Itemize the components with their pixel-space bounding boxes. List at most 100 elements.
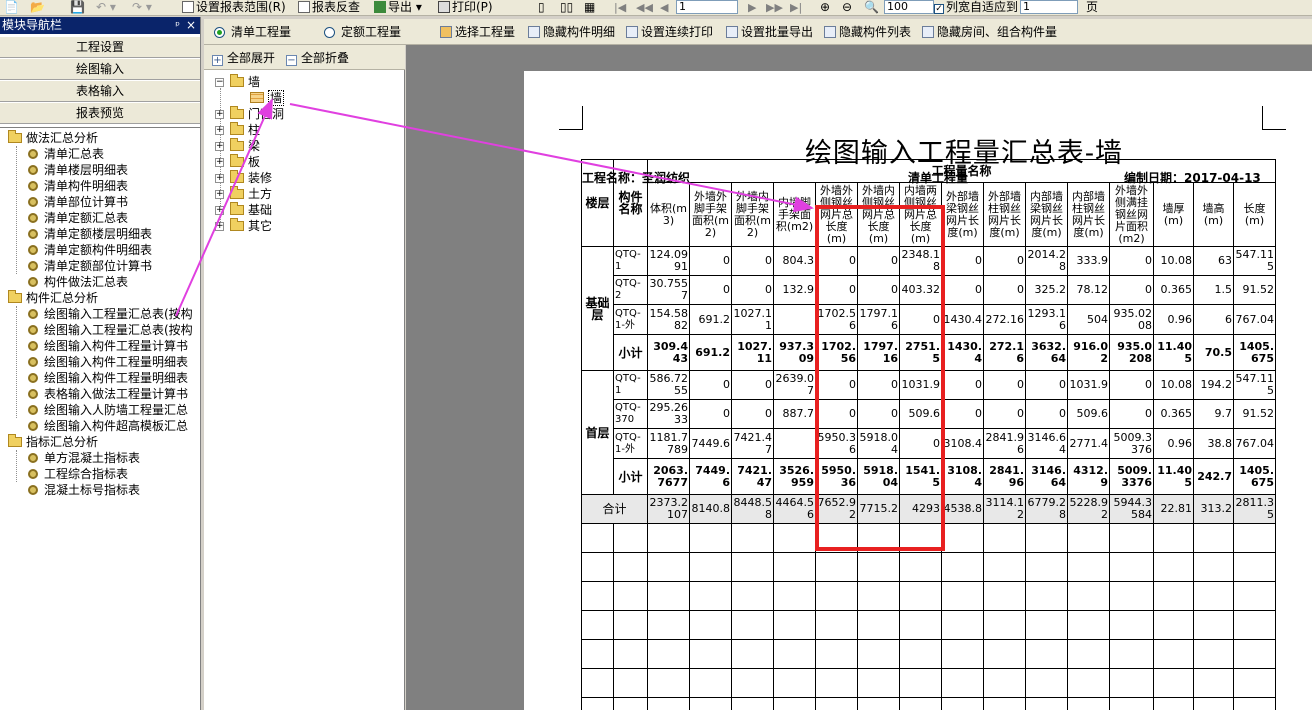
- group-method-summary[interactable]: 做法汇总分析: [8, 130, 98, 146]
- set-range-button[interactable]: 设置报表范围(R): [182, 0, 286, 15]
- report-item[interactable]: 清单楼层明细表: [28, 162, 128, 178]
- group-component-summary[interactable]: 构件汇总分析: [8, 290, 98, 306]
- tree-node-other[interactable]: 其它: [230, 218, 272, 234]
- prev-fast-icon[interactable]: ◀◀: [636, 1, 653, 14]
- fit-checkbox[interactable]: ✓ 列宽自适应到: [934, 0, 1018, 15]
- batch-export-button[interactable]: 设置批量导出: [726, 23, 813, 41]
- continuous-print-button[interactable]: 设置连续打印: [626, 23, 713, 41]
- expand-toggle-icon[interactable]: +: [215, 110, 224, 119]
- report-item[interactable]: 清单部位计算书: [28, 194, 128, 210]
- tree-node-foundation[interactable]: 基础: [230, 202, 272, 218]
- value-cell: 0: [815, 275, 858, 305]
- zoom-out-icon[interactable]: ⊖: [842, 0, 852, 15]
- value-cell: 0: [857, 275, 900, 305]
- zoom-input[interactable]: 100: [884, 0, 934, 14]
- empty-cell: [581, 552, 614, 582]
- hide-list-button[interactable]: 隐藏构件列表: [824, 23, 911, 41]
- collapse-toggle-icon[interactable]: −: [215, 78, 224, 87]
- expand-toggle-icon[interactable]: +: [215, 222, 224, 231]
- report-item[interactable]: 构件做法汇总表: [28, 274, 128, 290]
- single-page-icon[interactable]: ▯: [538, 0, 545, 15]
- tree-node-wall[interactable]: 墙: [230, 74, 260, 90]
- expand-toggle-icon[interactable]: +: [215, 206, 224, 215]
- fit-pages-input[interactable]: 1: [1020, 0, 1078, 14]
- value-cell: 5009.3376: [1109, 428, 1154, 459]
- next-fast-icon[interactable]: ▶▶: [766, 1, 783, 14]
- two-page-icon[interactable]: ▯▯: [560, 0, 573, 15]
- empty-cell: [857, 581, 900, 611]
- report-item-selected[interactable]: 绘图输入工程量汇总表(按构: [28, 306, 196, 322]
- empty-cell: [857, 668, 900, 698]
- value-cell: 0: [689, 275, 732, 305]
- expand-all-button[interactable]: + 全部展开: [212, 49, 275, 67]
- report-item[interactable]: 清单汇总表: [28, 146, 104, 162]
- new-file-icon[interactable]: 📄: [4, 0, 19, 15]
- value-cell: 0: [1109, 246, 1154, 276]
- pin-icon[interactable]: ᵖ: [175, 17, 180, 34]
- empty-cell: [1067, 581, 1110, 611]
- report-preview-area[interactable]: 绘图输入工程量汇总表-墙 工程名称：圣润纺织 清单工程量 编制日期：2017-0…: [406, 45, 1312, 710]
- report-item[interactable]: 绘图输入构件工程量明细表: [28, 354, 196, 370]
- tree-node-decoration[interactable]: 装修: [230, 170, 272, 186]
- tree-node-beam[interactable]: 梁: [230, 138, 260, 154]
- report-item[interactable]: 清单定额部位计算书: [28, 258, 152, 274]
- empty-cell: [647, 610, 690, 640]
- report-item[interactable]: 绘图输入人防墙工程量汇总: [28, 402, 196, 418]
- tree-node-column[interactable]: 柱: [230, 122, 260, 138]
- zoom-in-icon[interactable]: ⊕: [820, 0, 830, 15]
- nav-table-input[interactable]: 表格输入: [0, 80, 200, 102]
- nav-drawing-input[interactable]: 绘图输入: [0, 58, 200, 80]
- expand-toggle-icon[interactable]: +: [215, 142, 224, 151]
- reverse-check-button[interactable]: 报表反查: [298, 0, 360, 15]
- expand-toggle-icon[interactable]: +: [215, 190, 224, 199]
- last-page-icon[interactable]: ▶|: [790, 1, 802, 14]
- save-icon[interactable]: 💾: [70, 0, 85, 15]
- report-item[interactable]: 清单定额汇总表: [28, 210, 128, 226]
- nav-report-preview[interactable]: 报表预览: [0, 102, 200, 124]
- column-header: 外墙外侧钢丝网片总长度(m): [815, 182, 858, 247]
- expand-toggle-icon[interactable]: +: [215, 126, 224, 135]
- select-quantity-button[interactable]: 选择工程量: [440, 23, 515, 41]
- tree-node-openings[interactable]: 门窗洞: [230, 106, 284, 122]
- redo-icon[interactable]: ↷ ▾: [132, 0, 152, 15]
- undo-icon[interactable]: ↶ ▾: [96, 0, 116, 15]
- next-page-icon[interactable]: ▶: [748, 1, 756, 14]
- magnifier-icon[interactable]: 🔍: [864, 0, 879, 15]
- report-item[interactable]: 清单构件明细表: [28, 178, 128, 194]
- expand-toggle-icon[interactable]: +: [215, 158, 224, 167]
- collapse-all-button[interactable]: − 全部折叠: [286, 49, 349, 67]
- hide-details-button[interactable]: 隐藏构件明细: [528, 23, 615, 41]
- empty-cell: [941, 610, 984, 640]
- nav-project-settings[interactable]: 工程设置: [0, 36, 200, 58]
- close-icon[interactable]: ×: [186, 17, 196, 34]
- report-item[interactable]: 绘图输入构件超高模板汇总: [28, 418, 196, 434]
- report-item[interactable]: 混凝土标号指标表: [28, 482, 140, 498]
- print-button[interactable]: 打印(P): [438, 0, 493, 15]
- radio-quota-quantity[interactable]: 定额工程量: [324, 23, 401, 41]
- report-item[interactable]: 工程综合指标表: [28, 466, 128, 482]
- empty-cell: [899, 523, 942, 553]
- report-item[interactable]: 绘图输入构件工程量计算书: [28, 338, 196, 354]
- value-cell: 547.115: [1233, 246, 1276, 276]
- radio-bill-quantity[interactable]: 清单工程量: [214, 23, 291, 41]
- export-label: 导出: [388, 0, 413, 14]
- multi-page-icon[interactable]: ▦: [584, 0, 595, 15]
- tree-node-earthwork[interactable]: 土方: [230, 186, 272, 202]
- report-item[interactable]: 清单定额楼层明细表: [28, 226, 152, 242]
- report-item[interactable]: 表格输入做法工程量计算书: [28, 386, 196, 402]
- report-item[interactable]: 清单定额构件明细表: [28, 242, 152, 258]
- export-button[interactable]: 导出 ▾: [374, 0, 422, 15]
- hide-rooms-button[interactable]: 隐藏房间、组合构件量: [922, 23, 1057, 41]
- tree-node-slab[interactable]: 板: [230, 154, 260, 170]
- prev-page-icon[interactable]: ◀: [660, 1, 668, 14]
- empty-cell: [731, 697, 774, 710]
- first-page-icon[interactable]: |◀: [614, 1, 626, 14]
- expand-toggle-icon[interactable]: +: [215, 174, 224, 183]
- page-number-input[interactable]: 1: [676, 0, 738, 14]
- tree-node-wall-selected[interactable]: 墙: [250, 90, 285, 106]
- group-indicator-summary[interactable]: 指标汇总分析: [8, 434, 98, 450]
- report-item[interactable]: 绘图输入工程量汇总表(按构: [28, 322, 196, 338]
- open-folder-icon[interactable]: 📂: [30, 0, 45, 15]
- report-item[interactable]: 绘图输入构件工程量明细表: [28, 370, 196, 386]
- report-item[interactable]: 单方混凝土指标表: [28, 450, 140, 466]
